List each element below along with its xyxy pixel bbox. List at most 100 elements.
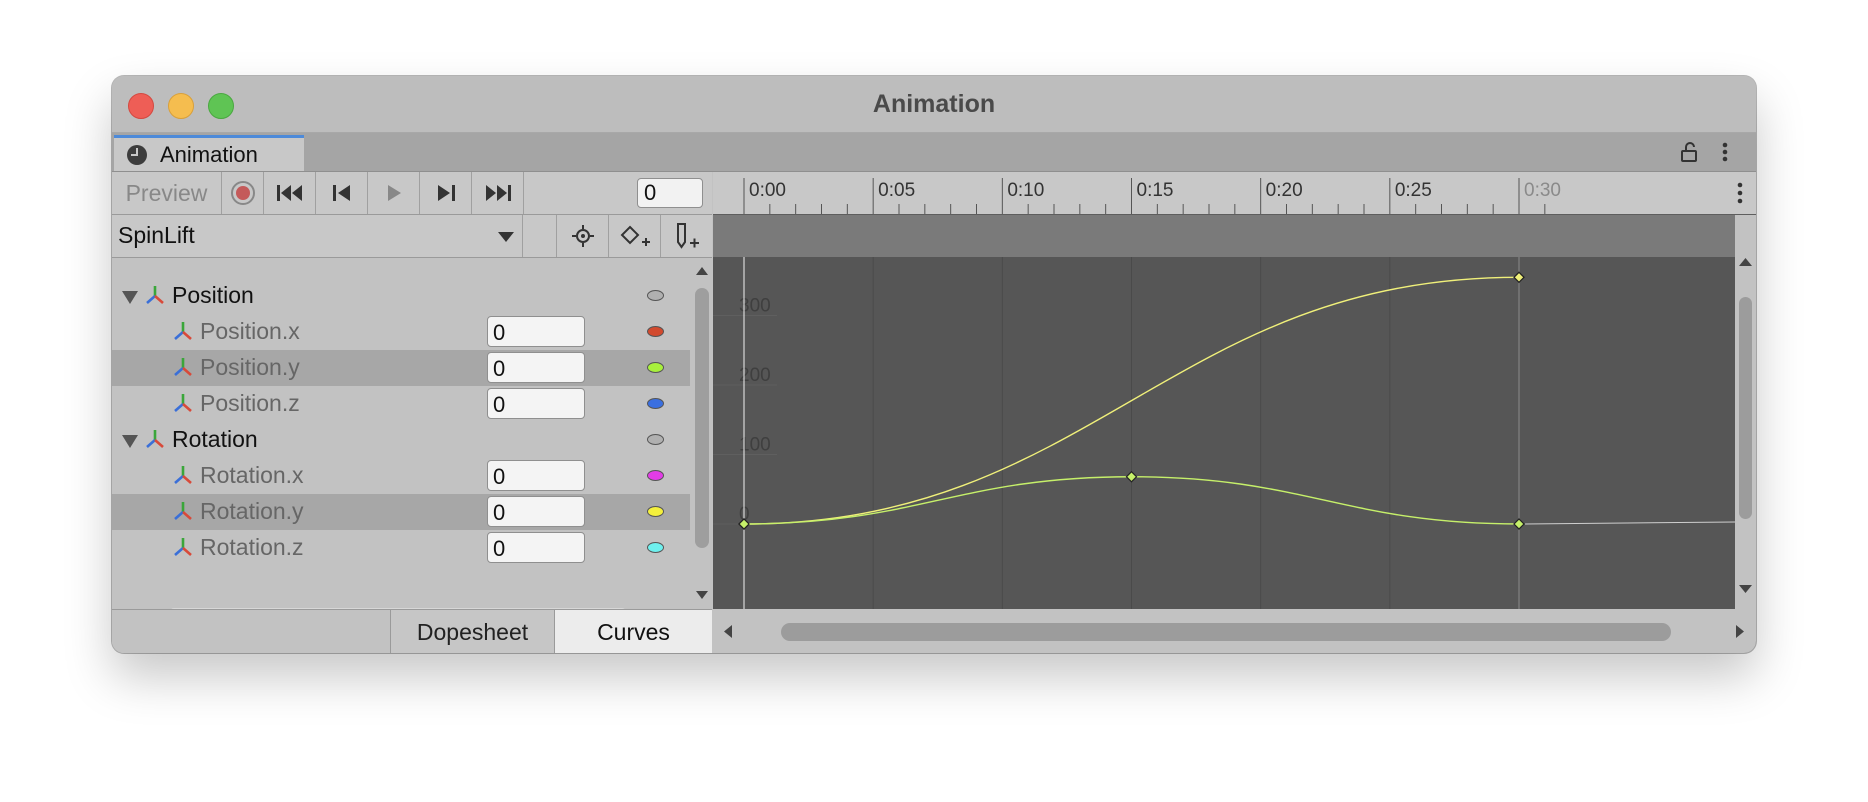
- property-row-position-y[interactable]: Position.y 0: [112, 350, 690, 386]
- scroll-down-icon[interactable]: [1738, 584, 1753, 594]
- transform-axis-icon: [174, 466, 192, 484]
- expand-triangle-icon[interactable]: [122, 435, 138, 448]
- ruler-label: 0:15: [1137, 180, 1174, 201]
- add-keyframe-button[interactable]: [608, 215, 660, 257]
- curve-color-toggle[interactable]: [647, 398, 664, 409]
- curves-button[interactable]: Curves: [554, 610, 712, 653]
- record-button[interactable]: [222, 172, 264, 214]
- keyframe-marker[interactable]: [1513, 518, 1525, 530]
- property-row-rotation[interactable]: Rotation: [112, 422, 690, 458]
- record-icon: [230, 181, 255, 205]
- clip-dropdown[interactable]: SpinLift: [112, 215, 522, 257]
- graph-horizontal-scroll-thumb[interactable]: [781, 623, 1671, 641]
- curve-color-toggle[interactable]: [647, 362, 664, 373]
- transform-axis-icon: [146, 430, 164, 448]
- property-row-position[interactable]: Position: [112, 278, 690, 314]
- property-value-field[interactable]: 0: [487, 496, 585, 527]
- property-label: Rotation.z: [200, 534, 304, 560]
- play-icon: [387, 185, 401, 201]
- scroll-left-icon[interactable]: [723, 624, 733, 639]
- scroll-right-icon[interactable]: [1735, 624, 1745, 639]
- curve-color-toggle[interactable]: [647, 470, 664, 481]
- graph-vertical-scrollbar[interactable]: [1735, 215, 1756, 609]
- clip-spacer: [522, 215, 556, 257]
- ruler-label: 0:30: [1524, 180, 1561, 201]
- curve-color-toggle[interactable]: [647, 434, 664, 445]
- curve-color-toggle[interactable]: [647, 326, 664, 337]
- expand-triangle-icon[interactable]: [122, 291, 138, 304]
- tab-label: Animation: [160, 142, 258, 167]
- next-keyframe-button[interactable]: [420, 172, 472, 214]
- property-value-field[interactable]: 0: [487, 352, 585, 383]
- property-row-rotation-x[interactable]: Rotation.x 0: [112, 458, 690, 494]
- ruler-label: 0:05: [878, 180, 915, 201]
- transform-axis-icon: [174, 538, 192, 556]
- add-event-button[interactable]: [660, 215, 712, 257]
- property-value-field[interactable]: 0: [487, 532, 585, 563]
- keyframe-marker[interactable]: [1125, 470, 1138, 483]
- ruler-label: 0:25: [1395, 180, 1432, 201]
- transform-axis-icon: [146, 286, 164, 304]
- window-title: Animation: [872, 90, 996, 118]
- title-bar: Animation: [112, 76, 1756, 133]
- property-panel: Preview 0 SpinLift Position Position.x 0…: [112, 172, 712, 653]
- scroll-up-icon[interactable]: [1738, 257, 1753, 267]
- current-frame-field[interactable]: 0: [637, 178, 703, 208]
- property-row-rotation-z[interactable]: Rotation.z 0: [112, 530, 690, 566]
- curve-color-toggle[interactable]: [647, 290, 664, 301]
- timeline-options-icon[interactable]: [1729, 180, 1751, 206]
- property-label: Rotation.y: [200, 498, 304, 524]
- tab-animation[interactable]: Animation: [114, 135, 304, 171]
- property-label: Rotation.x: [200, 462, 304, 488]
- crosshair-icon: [571, 225, 594, 247]
- skip-to-start-icon: [276, 185, 302, 201]
- ruler-label: 0:00: [749, 180, 786, 201]
- property-label: Rotation: [172, 426, 258, 452]
- clock-icon: [127, 145, 147, 165]
- graph-vertical-scroll-thumb[interactable]: [1739, 297, 1752, 519]
- property-list: Position Position.x 0 Position.y 0 Position.z…: [112, 258, 690, 610]
- last-keyframe-button[interactable]: [472, 172, 524, 214]
- animation-window: Animation Animation Preview 0 SpinLift P…: [112, 76, 1756, 653]
- add-event-icon: [676, 223, 699, 249]
- scrollbar-thumb[interactable]: [695, 288, 709, 548]
- dopesheet-button[interactable]: Dopesheet: [390, 610, 554, 653]
- property-row-position-z[interactable]: Position.z 0: [112, 386, 690, 422]
- tab-strip: Animation: [112, 133, 1756, 172]
- property-row-rotation-y[interactable]: Rotation.y 0: [112, 494, 690, 530]
- property-value-field[interactable]: 0: [487, 460, 585, 491]
- preview-button[interactable]: Preview: [112, 172, 222, 214]
- property-value-field[interactable]: 0: [487, 316, 585, 347]
- first-keyframe-button[interactable]: [264, 172, 316, 214]
- curve-graph[interactable]: 3002001000: [713, 257, 1735, 609]
- ruler-label: 0:10: [1007, 180, 1044, 201]
- curve-color-toggle[interactable]: [647, 506, 664, 517]
- transform-axis-icon: [174, 322, 192, 340]
- scroll-up-icon[interactable]: [695, 266, 709, 276]
- graph-horizontal-scrollbar[interactable]: [713, 609, 1756, 653]
- property-list-scrollbar[interactable]: [692, 258, 712, 610]
- filter-selection-button[interactable]: [556, 215, 608, 257]
- add-keyframe-icon: [620, 225, 650, 246]
- property-label: Position.z: [200, 390, 300, 416]
- previous-keyframe-button[interactable]: [316, 172, 368, 214]
- property-label: Position.y: [200, 354, 300, 380]
- keyframe-marker[interactable]: [1513, 271, 1525, 284]
- clip-name: SpinLift: [118, 222, 195, 248]
- clip-bar: SpinLift: [112, 215, 712, 258]
- more-options-icon[interactable]: [1714, 141, 1736, 163]
- property-value-field[interactable]: 0: [487, 388, 585, 419]
- transform-axis-icon: [174, 358, 192, 376]
- view-mode-bar: Dopesheet Curves: [112, 609, 712, 653]
- curve-canvas: 3002001000: [713, 257, 1735, 609]
- lock-icon[interactable]: [1678, 141, 1700, 163]
- timeline-ruler[interactable]: 0:00 0:05 0:10 0:15 0:20 0:25 0:30: [713, 172, 1756, 215]
- chevron-down-icon: [498, 232, 514, 242]
- property-row-position-x[interactable]: Position.x 0: [112, 314, 690, 350]
- scroll-down-icon[interactable]: [695, 590, 709, 600]
- curve-color-toggle[interactable]: [647, 542, 664, 553]
- transform-axis-icon: [174, 502, 192, 520]
- play-button[interactable]: [368, 172, 420, 214]
- event-track[interactable]: [713, 215, 1735, 257]
- step-forward-icon: [437, 185, 455, 201]
